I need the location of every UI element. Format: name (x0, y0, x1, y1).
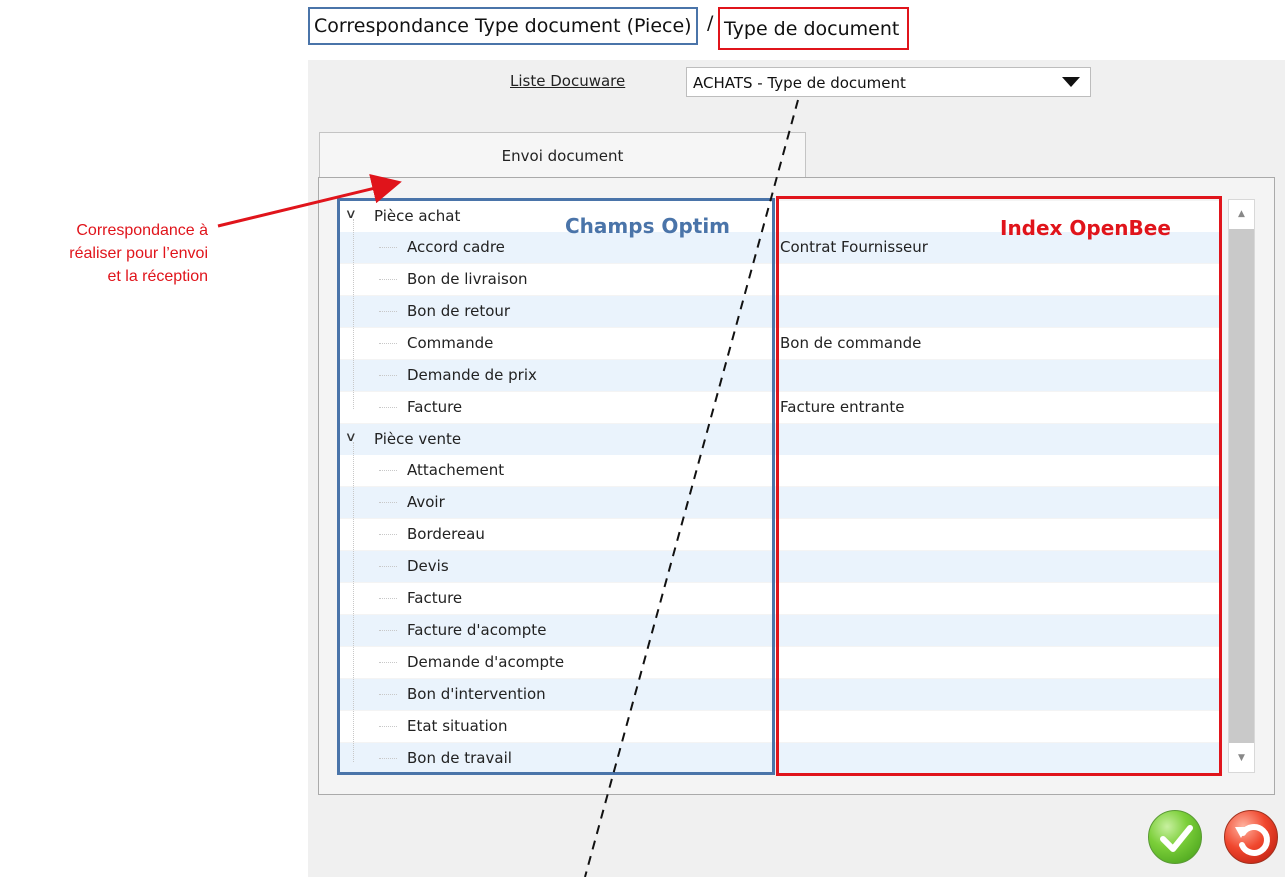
undo-icon (1235, 824, 1270, 856)
validate-button[interactable] (1148, 810, 1202, 864)
annotation-arrow (217, 174, 402, 228)
annotation-overlay (217, 99, 799, 877)
check-icon (1160, 825, 1193, 852)
cancel-button[interactable] (1224, 810, 1278, 864)
divider-dashed-line (584, 99, 799, 877)
